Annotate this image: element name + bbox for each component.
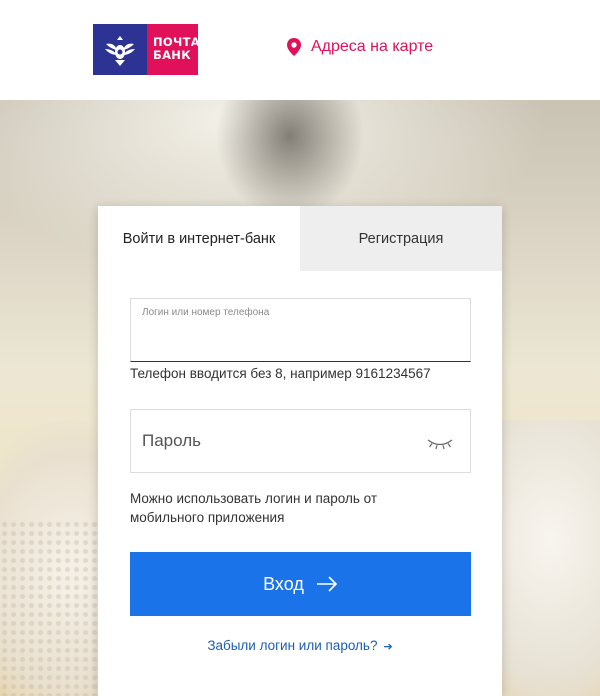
- login-input[interactable]: Логин или номер телефона: [130, 298, 471, 362]
- eagle-emblem-icon: [93, 24, 147, 75]
- logo-wordmark: ПОЧТА БАНК: [147, 24, 200, 75]
- auth-tabs: Войти в интернет-банк Регистрация: [98, 206, 502, 271]
- small-arrow-right-icon: ➔: [383, 641, 393, 653]
- login-placeholder: Логин или номер телефона: [142, 307, 270, 318]
- map-link-label: Адреса на карте: [311, 38, 434, 55]
- arrow-right-icon: [316, 576, 337, 592]
- password-hint: Можно использовать логин и пароль от моб…: [130, 491, 378, 525]
- login-card: Войти в интернет-банк Регистрация Логин …: [98, 206, 502, 696]
- tab-label: Войти в интернет-банк: [122, 230, 276, 247]
- tab-label: Регистрация: [358, 230, 444, 247]
- login-hint: Телефон вводится без 8, например 9161234…: [130, 366, 431, 381]
- tab-registration[interactable]: Регистрация: [300, 206, 502, 271]
- forgot-credentials-link[interactable]: Забыли логин или пароль? ➔: [98, 638, 502, 653]
- site-header: ПОЧТА БАНК Адреса на карте: [0, 0, 600, 100]
- pochta-bank-logo[interactable]: ПОЧТА БАНК: [93, 24, 200, 75]
- map-pin-icon: [287, 38, 301, 56]
- login-button-label: Вход: [263, 573, 304, 594]
- password-placeholder: Пароль: [142, 431, 201, 450]
- login-submit-button[interactable]: Вход: [130, 552, 471, 616]
- password-input[interactable]: Пароль: [130, 409, 471, 473]
- tab-internet-bank-login[interactable]: Войти в интернет-банк: [98, 206, 300, 271]
- map-addresses-link[interactable]: Адреса на карте: [287, 38, 433, 56]
- forgot-link-label: Забыли логин или пароль?: [207, 638, 378, 653]
- eye-closed-icon[interactable]: [426, 435, 454, 451]
